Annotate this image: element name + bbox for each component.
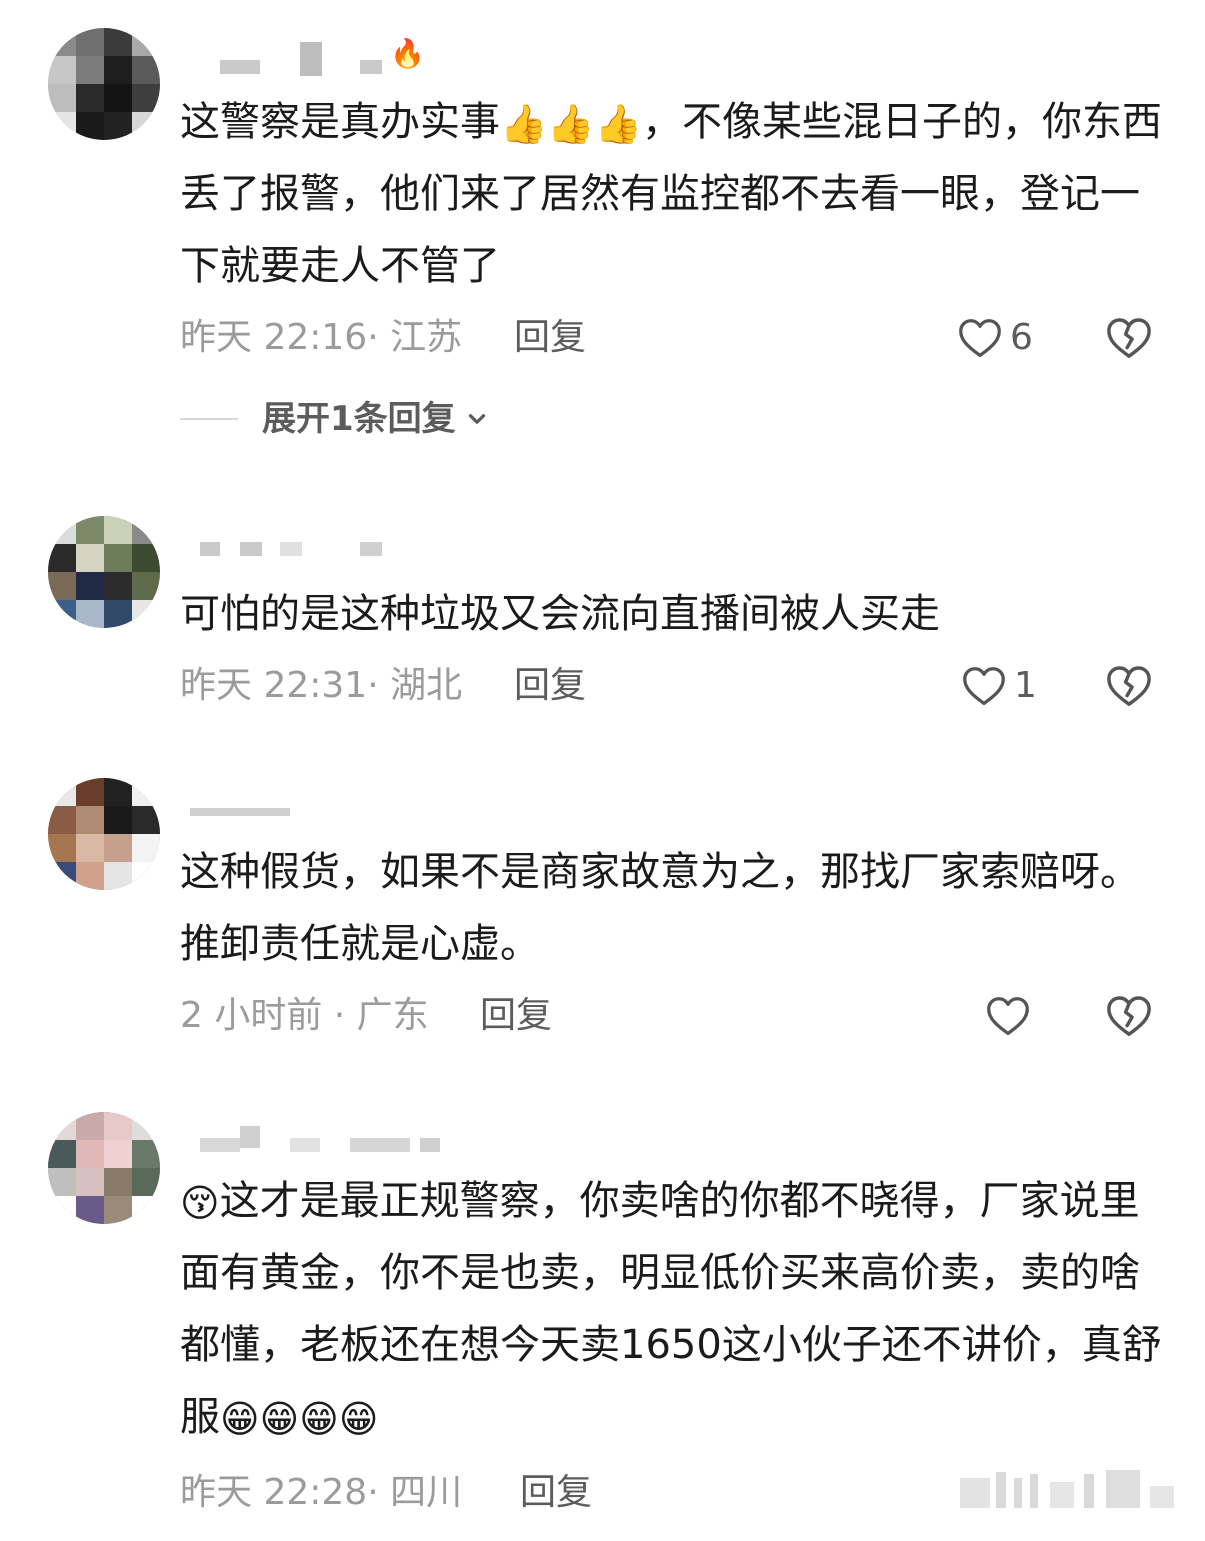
reply-button[interactable]: 回复 bbox=[514, 313, 586, 363]
timestamp-location: 2 小时前 · 广东 bbox=[180, 995, 429, 1036]
kissing-face-icon: 😚 bbox=[180, 1181, 220, 1225]
grinning-face-icon: 😁 bbox=[259, 1397, 300, 1441]
heart-outline-icon bbox=[959, 319, 1001, 358]
timestamp-location: 昨天 22:16· 江苏 bbox=[180, 317, 463, 358]
like-button[interactable] bbox=[986, 991, 1030, 1041]
username-redacted[interactable] bbox=[180, 790, 320, 830]
chevron-down-icon bbox=[464, 406, 490, 432]
grinning-face-icon: 😁 bbox=[220, 1397, 260, 1441]
heart-outline-icon bbox=[987, 997, 1029, 1036]
avatar[interactable] bbox=[48, 778, 160, 890]
timestamp-location: 昨天 22:31· 湖北 bbox=[180, 665, 463, 706]
dislike-button[interactable] bbox=[1106, 313, 1152, 363]
broken-heart-icon bbox=[1107, 318, 1151, 358]
comment-text: 😚这才是最正规警察，你卖啥的你都不晓得，厂家说里面有黄金，你不是也卖，明显低价买… bbox=[180, 1165, 1170, 1453]
comment-text: 可怕的是这种垃圾又会流向直播间被人买走 bbox=[180, 591, 940, 637]
timestamp-location: 昨天 22:28· 四川 bbox=[180, 1472, 463, 1513]
reply-button[interactable]: 回复 bbox=[520, 1468, 592, 1518]
avatar[interactable] bbox=[48, 1112, 160, 1224]
avatar[interactable] bbox=[48, 516, 160, 628]
reply-button[interactable]: 回复 bbox=[480, 991, 552, 1041]
comment-text: 这警察是真办实事👍👍👍，不像某些混日子的，你东西丢了报警，他们来了居然有监控都不… bbox=[180, 86, 1170, 302]
comment-meta: 昨天 22:16· 江苏 回复 6 bbox=[180, 313, 1170, 363]
like-button[interactable]: 1 bbox=[962, 661, 1037, 711]
comment-text: 这种假货，如果不是商家故意为之，那找厂家索赔呀。推卸责任就是心虚。 bbox=[180, 849, 1140, 967]
like-count: 1 bbox=[1014, 665, 1037, 706]
grinning-face-icon: 😁 bbox=[338, 1397, 379, 1441]
avatar[interactable] bbox=[48, 28, 160, 140]
thumbs-up-icon: 👍 bbox=[500, 102, 548, 146]
thumbs-up-icon: 👍 bbox=[547, 102, 595, 146]
comment-meta: 2 小时前 · 广东 回复 bbox=[180, 991, 1170, 1041]
dislike-button[interactable] bbox=[1106, 991, 1152, 1041]
heart-outline-icon bbox=[963, 667, 1005, 706]
like-button[interactable]: 6 bbox=[958, 313, 1033, 363]
reply-button[interactable]: 回复 bbox=[514, 661, 586, 711]
broken-heart-icon bbox=[1107, 666, 1151, 706]
broken-heart-icon bbox=[1107, 996, 1151, 1036]
flame-icon: 🔥 bbox=[390, 37, 425, 70]
comment-meta: 昨天 22:31· 湖北 回复 1 bbox=[180, 661, 1170, 711]
like-count: 6 bbox=[1010, 317, 1033, 358]
thumbs-up-icon: 👍 bbox=[594, 102, 642, 146]
username-redacted[interactable]: 🔥 bbox=[180, 34, 440, 76]
expand-replies-button[interactable]: 展开1条回复 bbox=[180, 396, 490, 442]
expand-replies-label: 展开1条回复 bbox=[262, 399, 456, 439]
watermark-redacted bbox=[960, 1468, 1180, 1508]
username-redacted[interactable] bbox=[180, 530, 410, 570]
dislike-button[interactable] bbox=[1106, 661, 1152, 711]
comment-text-main: 这警察是真办实事 bbox=[180, 99, 500, 145]
divider-line bbox=[180, 418, 238, 420]
username-redacted[interactable] bbox=[180, 1124, 450, 1164]
grinning-face-icon: 😁 bbox=[299, 1397, 339, 1441]
